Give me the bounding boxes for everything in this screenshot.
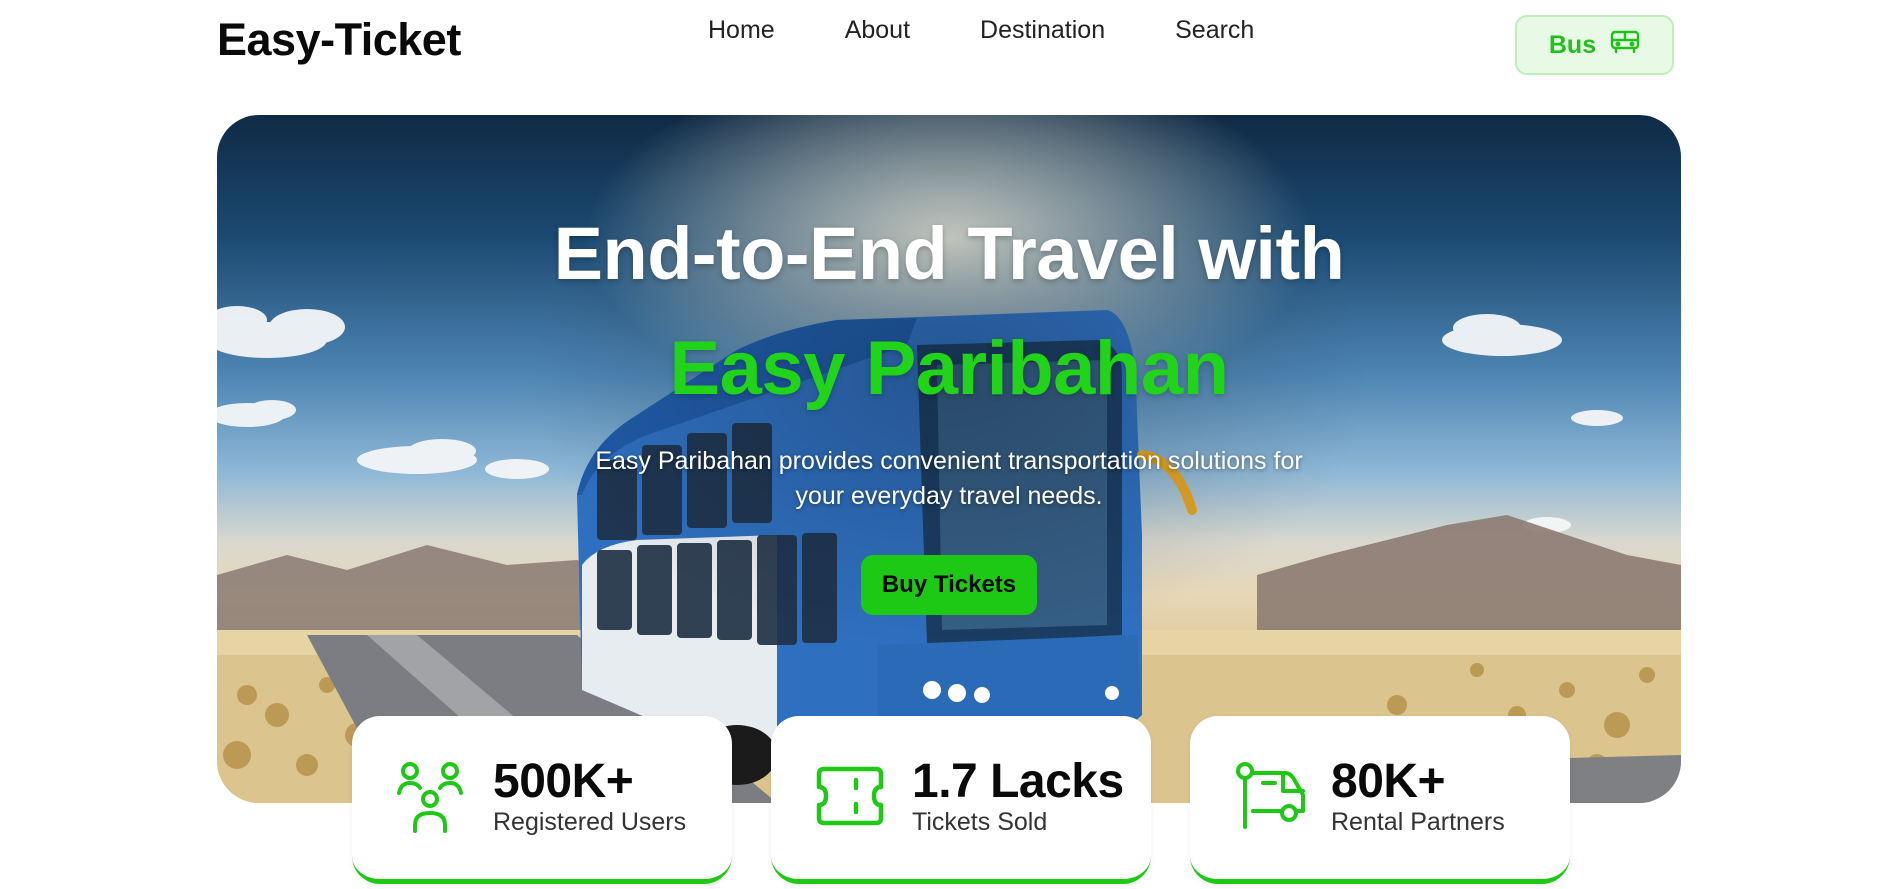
nav-link-destination[interactable]: Destination	[980, 16, 1105, 45]
stat-card-tickets: 1.7 Lacks Tickets Sold	[771, 716, 1151, 884]
bus-button-label: Bus	[1548, 30, 1597, 59]
hero-brand-name: Easy Paribahan	[669, 326, 1229, 411]
stat-value-users: 500K+	[493, 755, 634, 808]
users-icon	[397, 761, 463, 838]
main-nav: Home About Destination Search	[708, 16, 1254, 45]
bus-button[interactable]: Bus	[1515, 15, 1674, 75]
nav-link-home[interactable]: Home	[708, 16, 775, 45]
stat-label-users: Registered Users	[493, 808, 687, 836]
nav-link-search[interactable]: Search	[1175, 16, 1254, 45]
navbar: Easy-Ticket Home About Destination Searc…	[0, 0, 1879, 80]
truck-icon	[1235, 761, 1307, 834]
stat-label-partners: Rental Partners	[1331, 808, 1505, 836]
stat-label-tickets: Tickets Sold	[912, 808, 1048, 836]
site-logo[interactable]: Easy-Ticket	[217, 14, 461, 66]
ticket-icon	[816, 766, 884, 831]
buy-tickets-button[interactable]: Buy Tickets	[861, 555, 1037, 615]
hero-description: Easy Paribahan provides convenient trans…	[595, 447, 1303, 510]
stat-card-users: 500K+ Registered Users	[352, 716, 732, 884]
stat-card-partners: 80K+ Rental Partners	[1190, 716, 1570, 884]
bus-icon	[1610, 30, 1640, 61]
nav-link-about[interactable]: About	[845, 16, 910, 45]
stat-value-partners: 80K+	[1331, 755, 1446, 808]
hero-title: End-to-End Travel with	[553, 212, 1345, 295]
hero-banner: End-to-End Travel with Easy Paribahan Ea…	[217, 115, 1681, 803]
stat-value-tickets: 1.7 Lacks	[912, 755, 1124, 808]
